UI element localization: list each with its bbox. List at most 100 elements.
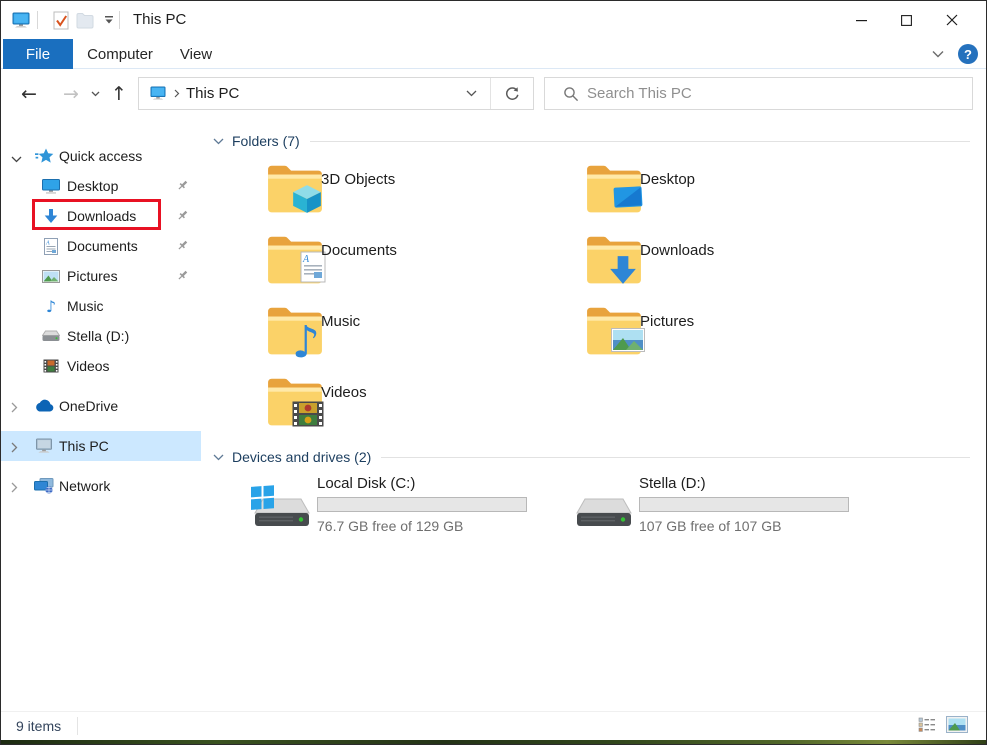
items-view: Folders (7) 3D Objects bbox=[201, 117, 986, 711]
chevron-right-icon[interactable] bbox=[11, 400, 23, 412]
navigation-pane: Quick access Desktop Downloads A bbox=[1, 117, 201, 711]
desktop-wallpaper-strip bbox=[1, 740, 986, 745]
sidebar-item-label: Videos bbox=[67, 358, 110, 374]
sidebar-item-label: Stella (D:) bbox=[67, 328, 129, 344]
chevron-down-icon bbox=[213, 138, 224, 145]
folder-tile-label: Desktop bbox=[640, 171, 695, 188]
sidebar-item-label: This PC bbox=[59, 438, 109, 454]
status-separator bbox=[77, 717, 78, 735]
forward-button[interactable]: → bbox=[57, 70, 85, 117]
sidebar-item-desktop[interactable]: Desktop bbox=[1, 171, 201, 201]
group-label: Folders (7) bbox=[232, 133, 300, 149]
navigation-bar: ← → ↑ This PC bbox=[1, 70, 986, 117]
videos-icon bbox=[41, 356, 61, 376]
drive-name: Local Disk (C:) bbox=[317, 475, 415, 492]
minimize-button[interactable] bbox=[839, 1, 884, 39]
sidebar-item-downloads[interactable]: Downloads bbox=[1, 201, 201, 231]
cube-overlay-icon bbox=[292, 184, 322, 219]
search-input[interactable] bbox=[587, 85, 972, 102]
drive-tile-stella-d[interactable]: Stella (D:) 107 GB free of 107 GB bbox=[571, 475, 876, 537]
refresh-button[interactable] bbox=[490, 78, 533, 109]
pin-icon bbox=[176, 209, 189, 227]
svg-text:A: A bbox=[302, 254, 310, 265]
breadcrumb[interactable]: This PC bbox=[186, 85, 239, 102]
sidebar-item-music[interactable]: ♪ Music bbox=[1, 291, 201, 321]
folder-icon: A bbox=[266, 230, 324, 288]
sidebar-item-onedrive[interactable]: OneDrive bbox=[1, 391, 201, 421]
folder-tile-desktop[interactable]: Desktop bbox=[573, 159, 873, 223]
folder-tile-pictures[interactable]: Pictures bbox=[573, 301, 873, 365]
sidebar-item-quick-access[interactable]: Quick access bbox=[1, 141, 201, 171]
capacity-bar bbox=[317, 497, 527, 512]
title-bar[interactable]: This PC bbox=[1, 1, 986, 39]
group-header-folders[interactable]: Folders (7) bbox=[213, 131, 970, 151]
drive-name: Stella (D:) bbox=[639, 475, 706, 492]
stella-d-drive-icon bbox=[571, 483, 633, 538]
chevron-down-icon bbox=[213, 454, 224, 461]
folder-tile-3d-objects[interactable]: 3D Objects bbox=[254, 159, 554, 223]
local-disk-c-icon bbox=[249, 483, 311, 538]
tab-computer[interactable]: Computer bbox=[81, 39, 159, 69]
address-bar[interactable]: This PC bbox=[138, 77, 534, 110]
folder-tile-music[interactable]: ♪ Music bbox=[254, 301, 554, 365]
folder-tile-label: Videos bbox=[321, 384, 367, 401]
close-button[interactable] bbox=[929, 1, 974, 39]
documents-icon: A bbox=[41, 236, 61, 256]
music-icon: ♪ bbox=[41, 296, 61, 316]
up-button[interactable]: ↑ bbox=[105, 70, 133, 117]
address-dropdown-chevron-icon[interactable] bbox=[466, 90, 477, 97]
sidebar-item-label: Pictures bbox=[67, 268, 118, 284]
sidebar-item-videos[interactable]: Videos bbox=[1, 351, 201, 381]
new-folder-icon[interactable] bbox=[75, 10, 95, 30]
folder-tile-downloads[interactable]: Downloads bbox=[573, 230, 873, 294]
chevron-down-icon[interactable] bbox=[11, 150, 23, 162]
sidebar-item-documents[interactable]: A Documents bbox=[1, 231, 201, 261]
folder-icon bbox=[266, 372, 324, 430]
quick-access-star-icon bbox=[34, 146, 54, 166]
group-label: Devices and drives (2) bbox=[232, 449, 371, 465]
titlebar-separator bbox=[37, 11, 38, 29]
sidebar-item-this-pc[interactable]: This PC bbox=[1, 431, 201, 461]
back-button[interactable]: ← bbox=[15, 70, 43, 117]
folder-tile-label: Downloads bbox=[640, 242, 714, 259]
maximize-button[interactable] bbox=[884, 1, 929, 39]
status-bar: 9 items bbox=[1, 711, 986, 740]
minimize-ribbon-chevron-icon[interactable] bbox=[932, 45, 944, 63]
folder-tile-videos[interactable]: Videos bbox=[254, 372, 554, 436]
sidebar-item-pictures[interactable]: Pictures bbox=[1, 261, 201, 291]
sidebar-item-network[interactable]: Network bbox=[1, 471, 201, 501]
qat-dropdown-icon[interactable] bbox=[99, 10, 119, 30]
drive-tile-local-disk-c[interactable]: Local Disk (C:) 76.7 GB free of 129 GB bbox=[249, 475, 554, 537]
svg-text:A: A bbox=[45, 240, 50, 246]
download-arrow-overlay-icon bbox=[609, 255, 637, 290]
breadcrumb-chevron-icon[interactable] bbox=[174, 89, 180, 98]
sidebar-item-stella-d[interactable]: Stella (D:) bbox=[1, 321, 201, 351]
folder-icon bbox=[585, 159, 643, 217]
tab-file[interactable]: File bbox=[3, 39, 73, 69]
photo-overlay-icon bbox=[611, 328, 645, 357]
properties-check-icon[interactable] bbox=[51, 10, 71, 30]
help-icon[interactable]: ? bbox=[958, 44, 978, 64]
titlebar-separator bbox=[119, 11, 120, 29]
pictures-icon bbox=[41, 266, 61, 286]
details-view-button[interactable] bbox=[918, 717, 936, 737]
window-title: This PC bbox=[133, 11, 186, 28]
music-note-overlay-icon: ♪ bbox=[292, 321, 320, 365]
group-rule bbox=[381, 457, 970, 458]
tab-view[interactable]: View bbox=[169, 39, 223, 69]
film-strip-overlay-icon bbox=[292, 401, 324, 432]
group-header-devices[interactable]: Devices and drives (2) bbox=[213, 447, 970, 467]
folder-icon bbox=[266, 159, 324, 217]
sidebar-item-label: Network bbox=[59, 478, 110, 494]
ribbon-tab-row: File Computer View ? bbox=[1, 39, 986, 69]
recent-locations-chevron-icon[interactable] bbox=[87, 70, 103, 117]
chevron-right-icon[interactable] bbox=[11, 440, 23, 452]
folder-tile-label: 3D Objects bbox=[321, 171, 395, 188]
desktop-icon bbox=[41, 176, 61, 196]
folder-tile-documents[interactable]: A Documents bbox=[254, 230, 554, 294]
chevron-right-icon[interactable] bbox=[11, 480, 23, 492]
pin-icon bbox=[176, 179, 189, 197]
sidebar-item-label: Desktop bbox=[67, 178, 118, 194]
search-box[interactable] bbox=[544, 77, 973, 110]
large-icons-view-button[interactable] bbox=[946, 716, 968, 738]
